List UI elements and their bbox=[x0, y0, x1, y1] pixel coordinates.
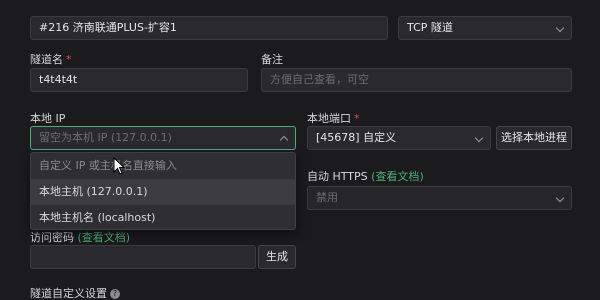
local-port-label: 本地端口 * bbox=[307, 112, 360, 125]
access-key-docs-link[interactable]: 查看文档 bbox=[82, 231, 126, 244]
remark-input[interactable]: 方便自己查看，可空 bbox=[261, 68, 572, 92]
access-key-label: 访问密码 (查看文档) bbox=[30, 231, 131, 244]
dropdown-option-localhost-name[interactable]: 本地主机名 (localhost) bbox=[31, 205, 295, 231]
protocol-select[interactable]: TCP 隧道 bbox=[398, 16, 572, 40]
tunnel-name-label: 隧道名 * bbox=[30, 53, 72, 66]
chevron-down-icon bbox=[555, 193, 565, 203]
required-mark: * bbox=[354, 112, 360, 125]
local-ip-label: 本地 IP bbox=[30, 112, 66, 125]
auto-https-docs-link[interactable]: 查看文档 bbox=[375, 170, 419, 183]
help-icon[interactable]: ? bbox=[110, 289, 120, 299]
remark-label: 备注 bbox=[261, 53, 283, 66]
local-ip-dropdown: 自定义 IP 或主机名直接输入 本地主机 (127.0.0.1) 本地主机名 (… bbox=[30, 152, 296, 230]
mouse-cursor-icon bbox=[113, 157, 125, 175]
chevron-down-icon bbox=[555, 23, 565, 33]
local-port-value: [45678] 自定义 bbox=[316, 131, 397, 144]
tunnel-name-input[interactable]: t4t4t4t bbox=[30, 68, 248, 92]
local-ip-placeholder: 留空为本机 IP (127.0.0.1) bbox=[39, 131, 172, 144]
generate-button[interactable]: 生成 bbox=[258, 245, 296, 269]
tunnel-node-display[interactable]: #216 济南联通PLUS-扩容1 bbox=[30, 16, 388, 40]
chevron-up-icon bbox=[279, 135, 289, 145]
dropdown-hint: 自定义 IP 或主机名直接输入 bbox=[39, 159, 177, 172]
chevron-down-icon bbox=[474, 133, 484, 143]
custom-settings-label: 隧道自定义设置? bbox=[30, 285, 120, 300]
select-local-process-button[interactable]: 选择本地进程 bbox=[496, 126, 572, 150]
auto-https-value: 禁用 bbox=[316, 191, 338, 204]
access-key-input[interactable] bbox=[30, 245, 256, 269]
local-ip-select[interactable]: 留空为本机 IP (127.0.0.1) bbox=[30, 126, 296, 150]
dropdown-option-localhost-ip[interactable]: 本地主机 (127.0.0.1) bbox=[31, 179, 295, 205]
local-port-select[interactable]: [45678] 自定义 bbox=[307, 126, 491, 150]
auto-https-select[interactable]: 禁用 bbox=[307, 186, 572, 210]
required-mark: * bbox=[66, 53, 72, 66]
protocol-value: TCP 隧道 bbox=[407, 21, 453, 34]
auto-https-label: 自动 HTTPS (查看文档) bbox=[307, 170, 424, 183]
